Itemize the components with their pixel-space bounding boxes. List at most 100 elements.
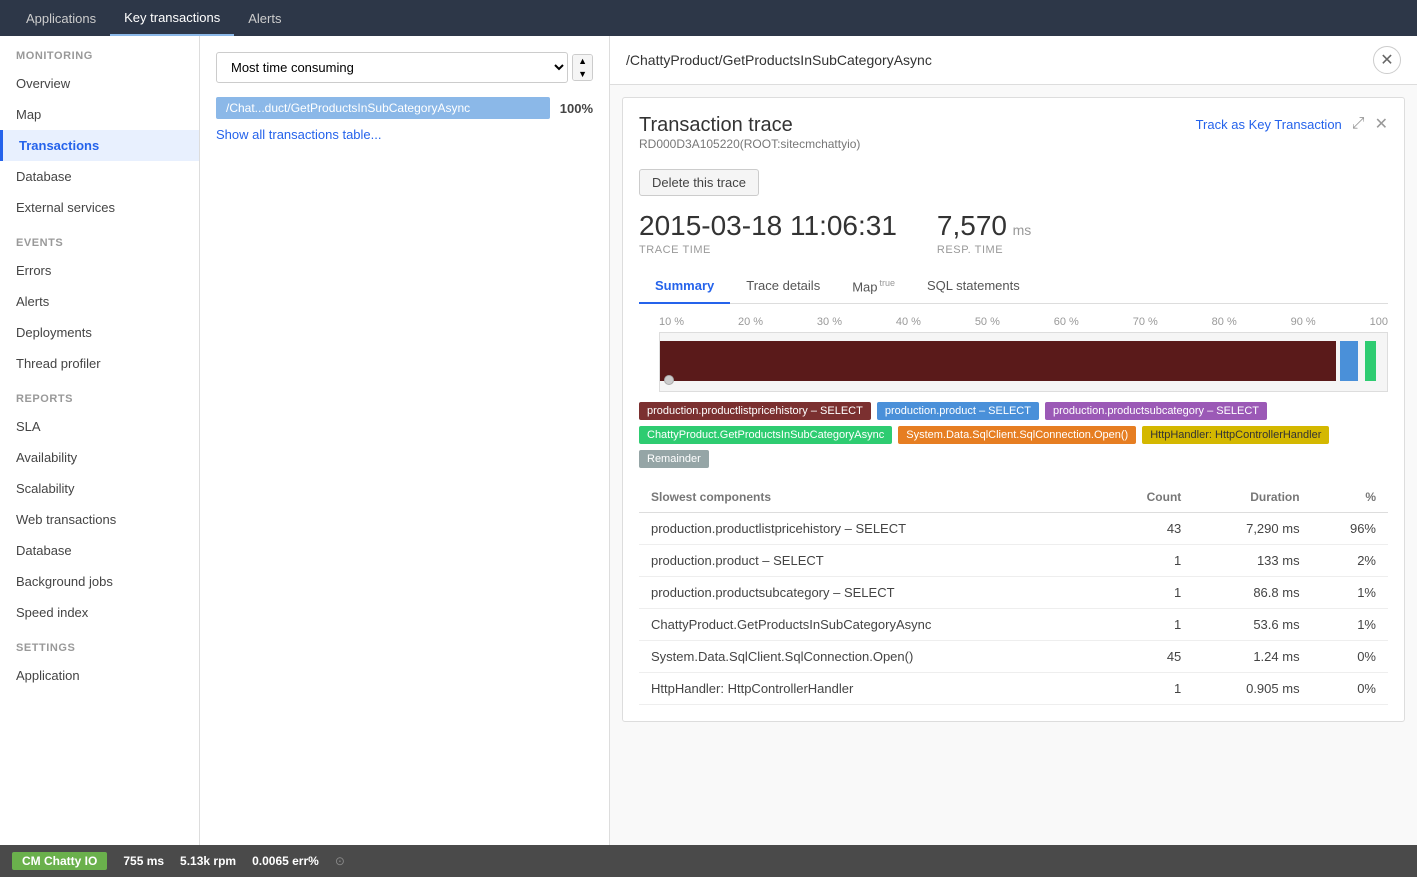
tab-trace-details[interactable]: Trace details <box>730 270 836 304</box>
axis-40: 40 % <box>896 316 921 328</box>
table-row: ChattyProduct.GetProductsInSubCategoryAs… <box>639 609 1388 641</box>
sidebar-item-availability[interactable]: Availability <box>0 442 199 473</box>
show-all-transactions-link[interactable]: Show all transactions table... <box>216 127 381 142</box>
stat-trace-time-label: TRACE TIME <box>639 244 897 256</box>
filter-select[interactable]: Most time consuming <box>216 52 568 83</box>
sidebar-section-monitoring: MONITORING <box>0 36 199 68</box>
legend-chattyproduct: ChattyProduct.GetProductsInSubCategoryAs… <box>639 426 892 444</box>
col-header-name: Slowest components <box>639 482 1104 513</box>
trace-title-group: Transaction trace RD000D3A105220(ROOT:si… <box>639 114 860 161</box>
row-name-2: production.productsubcategory – SELECT <box>639 577 1104 609</box>
timeline-bar-area <box>659 332 1388 392</box>
sidebar: MONITORING Overview Map Transactions Dat… <box>0 36 200 877</box>
row-duration-2: 86.8 ms <box>1193 577 1311 609</box>
row-duration-4: 1.24 ms <box>1193 641 1311 673</box>
timeline-main-bar <box>660 341 1336 381</box>
nav-alerts[interactable]: Alerts <box>234 0 295 36</box>
top-navigation: Applications Key transactions Alerts <box>0 0 1417 36</box>
sidebar-item-map[interactable]: Map <box>0 99 199 130</box>
col-header-pct: % <box>1312 482 1388 513</box>
row-name-1: production.product – SELECT <box>639 545 1104 577</box>
delete-trace-button[interactable]: Delete this trace <box>639 169 759 196</box>
sidebar-section-settings: SETTINGS <box>0 628 199 660</box>
tab-summary[interactable]: Summary <box>639 270 730 304</box>
stat-trace-time-value: 2015-03-18 11:06:31 <box>639 210 897 242</box>
sidebar-item-alerts[interactable]: Alerts <box>0 286 199 317</box>
sidebar-item-overview[interactable]: Overview <box>0 68 199 99</box>
footer-stat-ms: 755 ms <box>123 854 164 868</box>
filter-arrow-down[interactable]: ▼ <box>573 68 592 81</box>
trace-actions: Track as Key Transaction ⤢ ✕ <box>1196 114 1388 134</box>
tab-sql-statements[interactable]: SQL statements <box>911 270 1036 304</box>
content-area: Most time consuming ▲ ▼ /Chat...duct/Get… <box>200 36 1417 877</box>
legend-httphandler: HttpHandler: HttpControllerHandler <box>1142 426 1329 444</box>
stat-resp-unit: ms <box>1013 222 1032 238</box>
row-name-3: ChattyProduct.GetProductsInSubCategoryAs… <box>639 609 1104 641</box>
table-row: System.Data.SqlClient.SqlConnection.Open… <box>639 641 1388 673</box>
sidebar-section-reports: REPORTS <box>0 379 199 411</box>
transaction-bar-label[interactable]: /Chat...duct/GetProductsInSubCategoryAsy… <box>216 97 550 119</box>
close-outer-button[interactable]: ✕ <box>1373 46 1401 74</box>
sidebar-item-speed-index[interactable]: Speed index <box>0 597 199 628</box>
sidebar-item-background-jobs[interactable]: Background jobs <box>0 566 199 597</box>
legend-row: production.productlistpricehistory – SEL… <box>639 402 1388 468</box>
trace-panel: Transaction trace RD000D3A105220(ROOT:si… <box>622 97 1405 722</box>
timeline-dot <box>664 375 674 385</box>
filter-arrow-up[interactable]: ▲ <box>573 55 592 68</box>
sidebar-item-scalability[interactable]: Scalability <box>0 473 199 504</box>
row-count-2: 1 <box>1104 577 1194 609</box>
close-trace-icon[interactable]: ✕ <box>1375 114 1388 134</box>
sidebar-item-database[interactable]: Database <box>0 161 199 192</box>
trace-stats: 2015-03-18 11:06:31 TRACE TIME 7,570 ms … <box>639 210 1388 256</box>
legend-productsubcategory: production.productsubcategory – SELECT <box>1045 402 1267 420</box>
trace-panel-header: Transaction trace RD000D3A105220(ROOT:si… <box>639 114 1388 161</box>
tab-map[interactable]: Maptrue <box>836 270 911 304</box>
expand-icon[interactable]: ⤢ <box>1352 115 1365 133</box>
footer-bar: CM Chatty IO 755 ms 5.13k rpm 0.0065 err… <box>0 845 1417 877</box>
sidebar-item-deployments[interactable]: Deployments <box>0 317 199 348</box>
sidebar-section-events: EVENTS <box>0 223 199 255</box>
sidebar-item-transactions[interactable]: Transactions <box>0 130 199 161</box>
nav-applications[interactable]: Applications <box>12 0 110 36</box>
row-pct-1: 2% <box>1312 545 1388 577</box>
sidebar-item-external-services[interactable]: External services <box>0 192 199 223</box>
footer-app-name[interactable]: CM Chatty IO <box>12 852 107 870</box>
transaction-bar-row: /Chat...duct/GetProductsInSubCategoryAsy… <box>216 97 593 119</box>
sidebar-item-application[interactable]: Application <box>0 660 199 691</box>
legend-productlistpricehistory: production.productlistpricehistory – SEL… <box>639 402 871 420</box>
row-duration-0: 7,290 ms <box>1193 513 1311 545</box>
sidebar-item-database-report[interactable]: Database <box>0 535 199 566</box>
track-key-transaction-button[interactable]: Track as Key Transaction <box>1196 117 1342 132</box>
timeline-chart: 10 % 20 % 30 % 40 % 50 % 60 % 70 % 80 % … <box>639 316 1388 392</box>
table-row: production.product – SELECT 1 133 ms 2% <box>639 545 1388 577</box>
table-row: HttpHandler: HttpControllerHandler 1 0.9… <box>639 673 1388 705</box>
slowest-components-table: Slowest components Count Duration % prod… <box>639 482 1388 705</box>
row-pct-0: 96% <box>1312 513 1388 545</box>
nav-key-transactions[interactable]: Key transactions <box>110 0 234 36</box>
row-count-1: 1 <box>1104 545 1194 577</box>
row-count-5: 1 <box>1104 673 1194 705</box>
row-name-0: production.productlistpricehistory – SEL… <box>639 513 1104 545</box>
sidebar-item-sla[interactable]: SLA <box>0 411 199 442</box>
row-duration-3: 53.6 ms <box>1193 609 1311 641</box>
trace-url: /ChattyProduct/GetProductsInSubCategoryA… <box>626 52 932 68</box>
stat-trace-time: 2015-03-18 11:06:31 TRACE TIME <box>639 210 897 256</box>
row-pct-2: 1% <box>1312 577 1388 609</box>
trace-id: RD000D3A105220(ROOT:sitecmchattyio) <box>639 137 860 151</box>
axis-30: 30 % <box>817 316 842 328</box>
row-pct-5: 0% <box>1312 673 1388 705</box>
footer-stat-err: 0.0065 err% <box>252 854 319 868</box>
sidebar-item-thread-profiler[interactable]: Thread profiler <box>0 348 199 379</box>
main-layout: MONITORING Overview Map Transactions Dat… <box>0 36 1417 877</box>
col-header-count: Count <box>1104 482 1194 513</box>
footer-icon[interactable]: ⊙ <box>335 854 345 868</box>
axis-50: 50 % <box>975 316 1000 328</box>
row-pct-3: 1% <box>1312 609 1388 641</box>
right-panel: /ChattyProduct/GetProductsInSubCategoryA… <box>610 36 1417 877</box>
sidebar-item-web-transactions[interactable]: Web transactions <box>0 504 199 535</box>
legend-remainder: Remainder <box>639 450 709 468</box>
axis-100: 100 <box>1370 316 1388 328</box>
row-name-4: System.Data.SqlClient.SqlConnection.Open… <box>639 641 1104 673</box>
row-duration-1: 133 ms <box>1193 545 1311 577</box>
sidebar-item-errors[interactable]: Errors <box>0 255 199 286</box>
